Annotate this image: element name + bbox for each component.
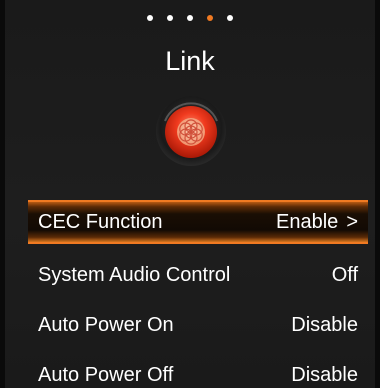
link-icon	[156, 96, 226, 166]
page-dot-5[interactable]	[227, 15, 233, 21]
menu-item-label: System Audio Control	[38, 263, 231, 286]
page-dot-3[interactable]	[187, 15, 193, 21]
menu-item-label: CEC Function	[38, 210, 163, 233]
menu-item-value-text: Enable	[276, 210, 339, 233]
page-dot-1[interactable]	[147, 15, 153, 21]
page-title: Link	[165, 46, 215, 76]
menu-item-auto-power-on[interactable]: Auto Power On Disable	[28, 300, 368, 350]
menu-item-system-audio-control[interactable]: System Audio Control Off	[28, 250, 368, 300]
menu-item-value-text: Disable	[291, 313, 358, 336]
link-settings-panel: Link CEC Function Enable > System Audio …	[0, 0, 380, 388]
menu-item-value: Enable >	[276, 211, 358, 234]
menu-item-cec-function[interactable]: CEC Function Enable >	[28, 200, 368, 244]
settings-menu: CEC Function Enable > System Audio Contr…	[28, 200, 368, 388]
menu-item-auto-power-off[interactable]: Auto Power Off Disable	[28, 350, 368, 388]
menu-item-value-text: Off	[331, 263, 358, 286]
page-dot-2[interactable]	[167, 15, 173, 21]
menu-item-label: Auto Power Off	[38, 363, 174, 386]
menu-item-label: Auto Power On	[38, 313, 174, 336]
page-dot-4-active[interactable]	[207, 15, 213, 21]
page-indicator	[0, 15, 380, 21]
menu-item-value-text: Disable	[291, 363, 358, 386]
chevron-right-icon: >	[346, 211, 358, 233]
